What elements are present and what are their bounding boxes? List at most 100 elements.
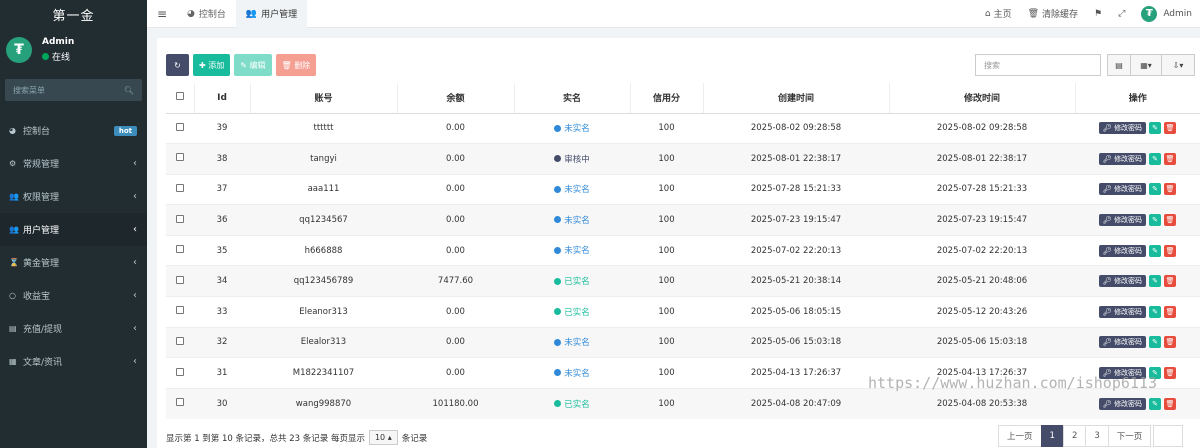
column-header-realname[interactable]: 实名 xyxy=(513,83,630,114)
admin-menu[interactable]: ₮ Admin xyxy=(1133,5,1200,22)
edit-row-button[interactable]: ✎ xyxy=(1149,275,1162,288)
edit-row-button[interactable]: ✎ xyxy=(1149,397,1162,410)
page-button-1[interactable]: 1 xyxy=(1040,425,1064,447)
key-icon: 🔑︎ xyxy=(1102,246,1115,255)
delete-row-button[interactable]: 🗑︎ xyxy=(1164,152,1177,165)
row-checkbox[interactable] xyxy=(166,387,194,419)
edit-button[interactable]: ✎ 编辑 xyxy=(234,54,272,76)
sidebar-item-3[interactable]: 👥 用户管理 ‹ xyxy=(0,213,147,246)
sidebar-item-0[interactable]: ◕ 控制台 hot xyxy=(0,114,147,147)
tab-users[interactable]: 👥 用户管理 xyxy=(235,0,308,28)
cell-status: 未实名 xyxy=(514,326,630,358)
table-row[interactable]: 32 Elealor313 0.00 未实名 100 2025-05-06 15:03:1… xyxy=(166,326,1200,358)
change-password-button[interactable]: 🔑︎ 修改密码 xyxy=(1098,305,1147,318)
edit-row-button[interactable]: ✎ xyxy=(1149,183,1162,196)
table-row[interactable]: 39 tttttt 0.00 未实名 100 2025-08-02 09:28:58 202… xyxy=(166,112,1200,144)
toggle-view-icon[interactable]: ▤ xyxy=(1107,54,1131,76)
refresh-button[interactable]: ↻ xyxy=(166,54,189,76)
row-checkbox[interactable] xyxy=(166,265,194,297)
tab-dashboard[interactable]: ◕ 控制台 xyxy=(177,0,236,28)
page-jump-input[interactable] xyxy=(1153,425,1183,447)
delete-row-button[interactable]: 🗑︎ xyxy=(1164,367,1177,380)
change-password-button[interactable]: 🔑︎ 修改密码 xyxy=(1098,183,1147,196)
delete-row-button[interactable]: 🗑︎ xyxy=(1164,244,1177,257)
next-page-button[interactable]: 下一页 xyxy=(1107,425,1152,447)
prev-page-button[interactable]: 上一页 xyxy=(998,425,1042,447)
menu-search-input[interactable]: 搜索菜单 🔍︎ xyxy=(5,79,142,101)
table-row[interactable]: 34 qq123456789 7477.60 已实名 100 2025-05-21 20:… xyxy=(166,265,1200,297)
cell-id: 36 xyxy=(194,204,250,236)
delete-row-button[interactable]: 🗑︎ xyxy=(1164,275,1177,288)
table-row[interactable]: 35 h666888 0.00 未实名 100 2025-07-02 22:20:13 20… xyxy=(166,234,1200,266)
hourglass-icon: ⌛ xyxy=(9,258,19,267)
change-password-button[interactable]: 🔑︎ 修改密码 xyxy=(1098,275,1147,288)
sidebar-item-7[interactable]: ▦ 文章/资讯 ‹ xyxy=(0,345,147,378)
column-header-id[interactable]: Id xyxy=(193,83,250,114)
pencil-icon: ✎ xyxy=(1152,338,1158,347)
row-checkbox[interactable] xyxy=(166,204,194,236)
change-password-button[interactable]: 🔑︎ 修改密码 xyxy=(1098,152,1147,165)
row-checkbox[interactable] xyxy=(166,357,194,389)
language-icon[interactable]: ⚑ xyxy=(1086,9,1110,19)
select-all-checkbox[interactable] xyxy=(166,83,194,114)
delete-row-button[interactable]: 🗑︎ xyxy=(1164,122,1177,135)
sidebar-item-5[interactable]: ○ 收益宝 ‹ xyxy=(0,279,147,312)
row-checkbox[interactable] xyxy=(166,112,194,144)
edit-row-button[interactable]: ✎ xyxy=(1149,305,1162,318)
edit-row-button[interactable]: ✎ xyxy=(1149,122,1162,135)
fullscreen-icon[interactable]: ⤢ xyxy=(1110,9,1133,19)
sidebar-item-2[interactable]: 👥 权限管理 ‹ xyxy=(0,180,147,213)
row-checkbox[interactable] xyxy=(166,326,194,358)
delete-label: 删除 xyxy=(294,60,311,70)
sidebar-item-4[interactable]: ⌛ 黄金管理 ‹ xyxy=(0,246,147,279)
delete-button[interactable]: 🗑︎ 删除 xyxy=(275,54,317,76)
sidebar-item-1[interactable]: ⚙ 常规管理 ‹ xyxy=(0,147,147,180)
edit-row-button[interactable]: ✎ xyxy=(1149,336,1162,349)
add-button[interactable]: ✚ 添加 xyxy=(193,54,231,76)
table-row[interactable]: 30 wang998870 101180.00 已实名 100 2025-04-08 20… xyxy=(166,387,1200,419)
home-link[interactable]: ⌂ 主页 xyxy=(977,7,1020,21)
change-password-button[interactable]: 🔑︎ 修改密码 xyxy=(1098,244,1147,257)
search-icon[interactable]: 🔍︎ xyxy=(124,86,134,95)
delete-row-button[interactable]: 🗑︎ xyxy=(1164,397,1177,410)
column-header-updated[interactable]: 修改时间 xyxy=(888,83,1075,114)
column-header-credit[interactable]: 信用分 xyxy=(629,83,703,114)
sidebar-item-6[interactable]: ▤ 充值/提现 ‹ xyxy=(0,312,147,345)
clear-cache-button[interactable]: 🗑︎ 清除缓存 xyxy=(1020,7,1086,21)
table-search-input[interactable]: 搜索 xyxy=(975,54,1101,76)
table-row[interactable]: 36 qq1234567 0.00 未实名 100 2025-07-23 19:15:47… xyxy=(166,204,1200,236)
change-password-button[interactable]: 🔑︎ 修改密码 xyxy=(1098,122,1147,135)
delete-row-button[interactable]: 🗑︎ xyxy=(1164,305,1177,318)
row-checkbox[interactable] xyxy=(166,234,194,266)
change-password-label: 修改密码 xyxy=(1114,124,1143,133)
delete-row-button[interactable]: 🗑︎ xyxy=(1164,183,1177,196)
edit-row-button[interactable]: ✎ xyxy=(1149,214,1162,227)
column-header-created[interactable]: 创建时间 xyxy=(702,83,889,114)
change-password-button[interactable]: 🔑︎ 修改密码 xyxy=(1098,336,1147,349)
page-button-3[interactable]: 3 xyxy=(1085,425,1109,447)
change-password-button[interactable]: 🔑︎ 修改密码 xyxy=(1098,397,1147,410)
edit-row-button[interactable]: ✎ xyxy=(1149,244,1162,257)
column-header-account[interactable]: 账号 xyxy=(249,83,397,114)
brand-logo[interactable]: 第一金 xyxy=(0,0,147,28)
menu-toggle-icon[interactable]: ≡ xyxy=(147,7,177,21)
cell-status: 未实名 xyxy=(514,357,630,389)
table-row[interactable]: 37 aaa111 0.00 未实名 100 2025-07-28 15:21:33 202… xyxy=(166,173,1200,205)
column-header-balance[interactable]: 余额 xyxy=(396,83,514,114)
change-password-button[interactable]: 🔑︎ 修改密码 xyxy=(1098,214,1147,227)
page-button-2[interactable]: 2 xyxy=(1062,425,1087,447)
add-label: 添加 xyxy=(208,60,225,70)
row-checkbox[interactable] xyxy=(166,143,194,175)
export-dropdown-icon[interactable]: ⇩▾ xyxy=(1161,54,1195,76)
table-row[interactable]: 33 Eleanor313 0.00 已实名 100 2025-05-06 18:05:1… xyxy=(166,296,1200,328)
table-row[interactable]: 38 tangyi 0.00 审核中 100 2025-08-01 22:38:17 202… xyxy=(166,143,1200,175)
delete-row-button[interactable]: 🗑︎ xyxy=(1164,214,1177,227)
page-size-select[interactable]: 10 ▴ xyxy=(368,430,398,445)
row-checkbox[interactable] xyxy=(166,173,194,205)
columns-dropdown-icon[interactable]: ▦▾ xyxy=(1130,54,1162,76)
cell-account: qq123456789 xyxy=(250,265,397,297)
edit-row-button[interactable]: ✎ xyxy=(1149,152,1162,165)
row-checkbox[interactable] xyxy=(166,296,194,328)
trash-icon: 🗑︎ xyxy=(1165,307,1175,316)
delete-row-button[interactable]: 🗑︎ xyxy=(1164,336,1177,349)
